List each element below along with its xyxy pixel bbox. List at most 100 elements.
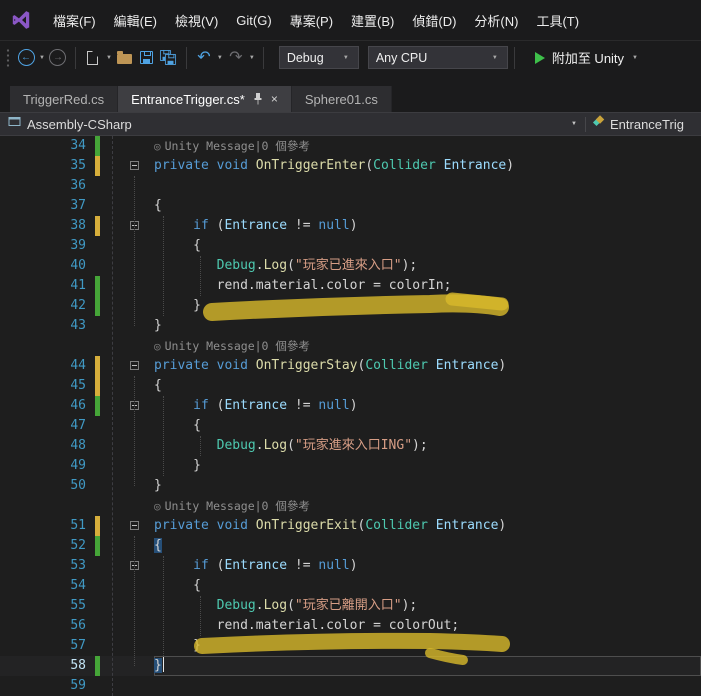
codelens-row[interactable]: ◎Unity Message|0 個參考 bbox=[0, 336, 701, 356]
code-line[interactable]: 35private void OnTriggerEnter(Collider E… bbox=[0, 156, 701, 176]
line-number[interactable]: 43 bbox=[36, 316, 92, 336]
code-text[interactable]: } bbox=[154, 656, 701, 676]
redo-button[interactable]: ↷ bbox=[226, 45, 246, 71]
codelens-label[interactable]: Unity Message|0 個參考 bbox=[165, 499, 310, 513]
code-text[interactable]: { bbox=[154, 196, 701, 216]
breakpoint-margin[interactable] bbox=[0, 276, 36, 296]
code-text[interactable]: if (Entrance != null) bbox=[154, 216, 701, 236]
fold-collapse-box[interactable] bbox=[130, 161, 139, 170]
code-line[interactable]: 50} bbox=[0, 476, 701, 496]
breakpoint-margin[interactable] bbox=[0, 576, 36, 596]
menu-build[interactable]: 建置(B) bbox=[342, 6, 403, 35]
save-all-button[interactable] bbox=[159, 45, 179, 71]
line-number[interactable]: 46 bbox=[36, 396, 92, 416]
line-number[interactable] bbox=[36, 496, 92, 516]
tab-sphere01[interactable]: Sphere01.cs bbox=[292, 86, 392, 112]
code-text[interactable]: Debug.Log("玩家進來入口ING"); bbox=[154, 436, 701, 456]
code-text[interactable]: rend.material.color = colorIn; bbox=[154, 276, 701, 296]
line-number[interactable]: 53 bbox=[36, 556, 92, 576]
save-button[interactable] bbox=[137, 45, 157, 71]
fold-collapse-box[interactable] bbox=[130, 361, 139, 370]
line-number[interactable]: 54 bbox=[36, 576, 92, 596]
menu-project[interactable]: 專案(P) bbox=[281, 6, 342, 35]
line-number[interactable]: 45 bbox=[36, 376, 92, 396]
line-number[interactable]: 41 bbox=[36, 276, 92, 296]
line-number[interactable]: 56 bbox=[36, 616, 92, 636]
tab-entrancetrigger[interactable]: EntranceTrigger.cs* × bbox=[118, 86, 292, 112]
code-line[interactable]: 36 bbox=[0, 176, 701, 196]
breakpoint-margin[interactable] bbox=[0, 416, 36, 436]
member-dropdown[interactable]: EntranceTrig bbox=[586, 113, 701, 135]
fold-collapse-box[interactable] bbox=[130, 401, 139, 410]
tab-triggerred[interactable]: TriggerRed.cs bbox=[10, 86, 118, 112]
line-number[interactable] bbox=[36, 336, 92, 356]
line-number[interactable]: 58 bbox=[36, 656, 92, 676]
breakpoint-margin[interactable] bbox=[0, 236, 36, 256]
breakpoint-margin[interactable] bbox=[0, 536, 36, 556]
new-file-button[interactable] bbox=[83, 45, 103, 71]
solution-configuration-dropdown[interactable]: Debug▼ bbox=[279, 46, 359, 69]
code-line[interactable]: 59 bbox=[0, 676, 701, 696]
fold-collapse-box[interactable] bbox=[130, 221, 139, 230]
menu-file[interactable]: 檔案(F) bbox=[44, 6, 105, 35]
code-text[interactable]: private void OnTriggerExit(Collider Entr… bbox=[154, 516, 701, 536]
breakpoint-margin[interactable] bbox=[0, 556, 36, 576]
breakpoint-margin[interactable] bbox=[0, 376, 36, 396]
code-line[interactable]: 51private void OnTriggerExit(Collider En… bbox=[0, 516, 701, 536]
breakpoint-margin[interactable] bbox=[0, 596, 36, 616]
code-line[interactable]: 46 if (Entrance != null) bbox=[0, 396, 701, 416]
code-line[interactable]: 44private void OnTriggerStay(Collider En… bbox=[0, 356, 701, 376]
code-text[interactable]: ◎Unity Message|0 個參考 bbox=[154, 136, 701, 156]
breakpoint-margin[interactable] bbox=[0, 296, 36, 316]
breakpoint-margin[interactable] bbox=[0, 476, 36, 496]
line-number[interactable]: 34 bbox=[36, 136, 92, 156]
code-line[interactable]: 58} bbox=[0, 656, 701, 676]
breakpoint-margin[interactable] bbox=[0, 456, 36, 476]
code-line[interactable]: 40 Debug.Log("玩家已進來入口"); bbox=[0, 256, 701, 276]
fold-collapse-box[interactable] bbox=[130, 521, 139, 530]
line-number[interactable]: 39 bbox=[36, 236, 92, 256]
code-line[interactable]: 45{ bbox=[0, 376, 701, 396]
breakpoint-margin[interactable] bbox=[0, 316, 36, 336]
breakpoint-margin[interactable] bbox=[0, 656, 36, 676]
code-line[interactable]: 41 rend.material.color = colorIn; bbox=[0, 276, 701, 296]
codelens-row[interactable]: 34 ◎Unity Message|0 個參考 bbox=[0, 136, 701, 156]
line-number[interactable]: 57 bbox=[36, 636, 92, 656]
close-icon[interactable]: × bbox=[271, 93, 278, 105]
line-number[interactable]: 52 bbox=[36, 536, 92, 556]
code-text[interactable]: } bbox=[154, 636, 701, 656]
breakpoint-margin[interactable] bbox=[0, 496, 36, 516]
code-text[interactable]: ◎Unity Message|0 個參考 bbox=[154, 496, 701, 516]
breakpoint-margin[interactable] bbox=[0, 356, 36, 376]
line-number[interactable]: 49 bbox=[36, 456, 92, 476]
line-number[interactable]: 40 bbox=[36, 256, 92, 276]
code-text[interactable]: private void OnTriggerEnter(Collider Ent… bbox=[154, 156, 701, 176]
menu-git[interactable]: Git(G) bbox=[227, 8, 280, 33]
breakpoint-margin[interactable] bbox=[0, 396, 36, 416]
attach-to-unity-button[interactable]: 附加至 Unity ▼ bbox=[535, 48, 640, 67]
code-text[interactable]: { bbox=[154, 416, 701, 436]
code-line[interactable]: 42 } bbox=[0, 296, 701, 316]
breakpoint-margin[interactable] bbox=[0, 256, 36, 276]
breakpoint-margin[interactable] bbox=[0, 616, 36, 636]
code-text[interactable] bbox=[154, 676, 701, 696]
code-text[interactable]: } bbox=[154, 316, 701, 336]
code-text[interactable]: Debug.Log("玩家已離開入口"); bbox=[154, 596, 701, 616]
toolbar-drag-handle[interactable] bbox=[6, 48, 10, 68]
code-text[interactable]: if (Entrance != null) bbox=[154, 556, 701, 576]
menu-tools[interactable]: 工具(T) bbox=[527, 6, 588, 35]
breakpoint-margin[interactable] bbox=[0, 156, 36, 176]
code-text[interactable]: Debug.Log("玩家已進來入口"); bbox=[154, 256, 701, 276]
breakpoint-margin[interactable] bbox=[0, 676, 36, 696]
project-dropdown[interactable]: Assembly-CSharp ▼ bbox=[0, 113, 585, 135]
code-line[interactable]: 55 Debug.Log("玩家已離開入口"); bbox=[0, 596, 701, 616]
breakpoint-margin[interactable] bbox=[0, 436, 36, 456]
code-text[interactable]: { bbox=[154, 536, 701, 556]
fold-collapse-box[interactable] bbox=[130, 561, 139, 570]
line-number[interactable]: 50 bbox=[36, 476, 92, 496]
breakpoint-margin[interactable] bbox=[0, 196, 36, 216]
breakpoint-margin[interactable] bbox=[0, 516, 36, 536]
line-number[interactable]: 59 bbox=[36, 676, 92, 696]
undo-button[interactable]: ↶ bbox=[194, 45, 214, 71]
code-line[interactable]: 53 if (Entrance != null) bbox=[0, 556, 701, 576]
